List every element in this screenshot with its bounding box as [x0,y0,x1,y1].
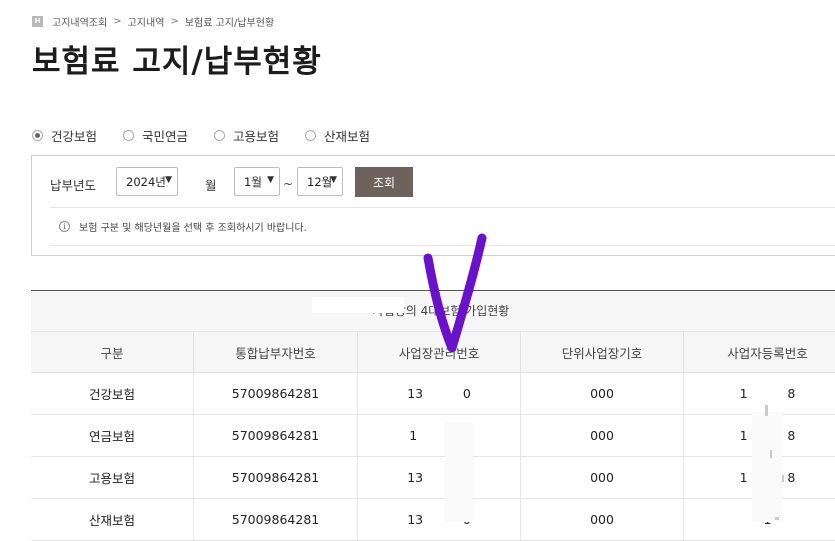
radio-label: 건강보험 [51,129,98,144]
chevron-down-icon: ▼ [267,175,274,185]
insurance-status-table: 사업장의 4대보험 가입현황 구분 통합납부자번호 사업장관리번호 단위사업장기… [31,290,835,541]
divider [50,207,835,208]
table-cell: 1 [684,499,835,541]
breadcrumb-separator: > [170,15,179,27]
table-cell: 1 0 [358,415,521,457]
divider [50,245,835,246]
table-cell: 연금보험 [31,415,194,457]
radio-unselected-icon[interactable] [305,130,317,141]
search-notice: i 보험 구분 및 해당년월을 선택 후 조회하시기 바랍니다. [59,219,307,234]
table-cell: 건강보험 [31,373,194,415]
table-caption: 사업장의 4대보험 가입현황 [31,291,835,332]
table-cell: 57009864281 [194,373,358,415]
table-cell: 57009864281 [194,457,358,499]
radio-health-insurance[interactable]: 건강보험 [32,126,97,145]
table-cell: 000 [521,415,684,457]
radio-label: 산재보험 [324,129,371,144]
month-from-select[interactable]: 1월 ▼ [234,167,280,196]
search-button[interactable]: 조회 [355,167,413,197]
table-cell: 13 0 [358,499,521,541]
chevron-down-icon: ▼ [165,175,172,185]
radio-industrial-accident-insurance[interactable]: 산재보험 [305,126,370,145]
month-to-select[interactable]: 12월 ▼ [297,167,343,196]
chevron-down-icon: ▼ [330,175,337,185]
notice-text: 보험 구분 및 해당년월을 선택 후 조회하시기 바랍니다. [79,223,307,234]
table-cell: 57009864281 [194,499,358,541]
table-cell: 57009864281 [194,415,358,457]
payment-year-select[interactable]: 2024년 ▼ [116,167,178,196]
month-label: 월 [205,178,217,193]
table-cell: 000 [521,373,684,415]
table-cell: 1 8 [684,457,835,499]
radio-unselected-icon[interactable] [123,130,135,141]
breadcrumb: H 고지내역조회 > 고지내역 > 보험료 고지/납부현황 [32,14,274,29]
breadcrumb-item-current[interactable]: 보험료 고지/납부현황 [185,14,274,29]
table-cell: 000 [521,457,684,499]
breadcrumb-item-notice-inquiry[interactable]: 고지내역조회 [52,14,107,29]
column-header: 단위사업장기호 [521,332,684,373]
home-icon[interactable]: H [32,15,43,27]
info-icon: i [59,221,70,232]
month-range-separator: ~ [283,177,294,191]
radio-employment-insurance[interactable]: 고용보험 [214,126,279,145]
column-header: 사업자등록번호 [684,332,835,373]
radio-label: 국민연금 [142,129,189,144]
column-header: 구분 [31,332,194,373]
payment-year-value: 2024년 [126,174,166,189]
radio-label: 고용보험 [233,129,280,144]
radio-selected-icon[interactable] [32,130,43,141]
table-cell: 산재보험 [31,499,194,541]
month-to-value: 12월 [307,174,333,189]
radio-unselected-icon[interactable] [214,130,226,141]
table-cell: 13 0 [358,457,521,499]
table-cell: 000 [521,499,684,541]
column-header: 통합납부자번호 [194,332,358,373]
table-cell: 13 0 [358,373,521,415]
table-cell: 고용보험 [31,457,194,499]
breadcrumb-item-notice-history[interactable]: 고지내역 [128,14,165,29]
radio-national-pension[interactable]: 국민연금 [123,126,188,145]
search-panel: 납부년도 2024년 ▼ 월 1월 ▼ ~ 12월 ▼ 조회 i 보험 구분 및… [31,155,835,256]
table-cell: 1 8 [684,415,835,457]
page-title: 보험료 고지/납부현황 [32,44,322,80]
insurance-type-radio-group: 건강보험 국민연금 고용보험 산재보험 [32,126,396,145]
table-grid: 구분 통합납부자번호 사업장관리번호 단위사업장기호 사업자등록번호 건강보험 … [31,332,835,541]
breadcrumb-separator: > [113,15,122,27]
payment-year-label: 납부년도 [50,178,97,193]
table-cell: 1 8 [684,373,835,415]
month-from-value: 1월 [244,174,262,189]
column-header: 사업장관리번호 [358,332,521,373]
